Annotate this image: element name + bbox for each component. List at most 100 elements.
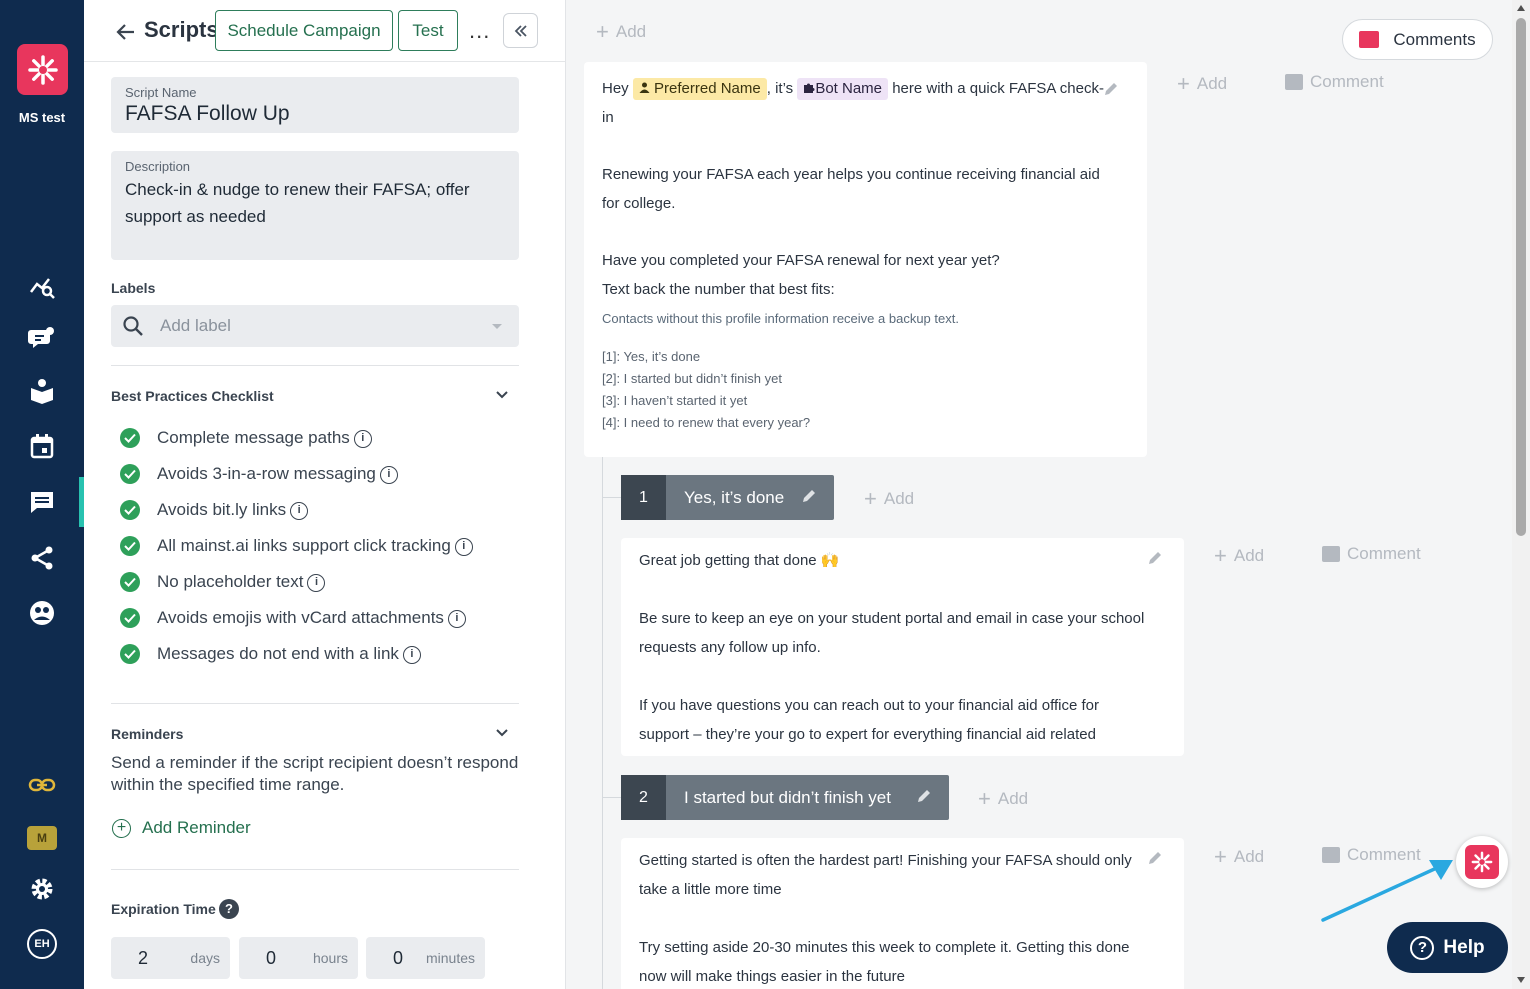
bot-name-tag[interactable]: Bot Name [797, 78, 889, 100]
response-option: [3]: I haven’t started it yet [602, 393, 748, 408]
divider [111, 703, 519, 704]
response-branch-1[interactable]: 1 Yes, it’s done [621, 475, 834, 520]
back-arrow-icon[interactable] [114, 20, 138, 44]
share-icon [31, 546, 53, 570]
message-line: Renewing your FAFSA each year helps you … [602, 166, 1100, 183]
add-message-button[interactable]: + Add [596, 19, 646, 45]
comment-button[interactable]: Comment [1322, 544, 1421, 564]
root-message-card[interactable]: Hey Preferred Name, it’s Bot Name here w… [584, 62, 1147, 457]
nav-share[interactable] [0, 533, 84, 583]
message-line: Text back the number that best fits: [602, 281, 835, 298]
nav-analytics[interactable] [0, 261, 84, 311]
help-circle-icon[interactable]: ? [219, 899, 239, 919]
info-icon[interactable]: i [290, 502, 309, 520]
backup-text-note: Contacts without this profile informatio… [602, 311, 959, 326]
message-line: Hey Preferred Name, it’s Bot Name here w… [602, 74, 1129, 103]
pencil-edit-icon[interactable] [1146, 549, 1164, 567]
chat-bot-icon [28, 327, 54, 348]
check-circle-icon [120, 500, 140, 520]
response-branch-2[interactable]: 2 I started but didn’t finish yet [621, 775, 949, 820]
branch-2-message-card[interactable]: Getting started is often the hardest par… [621, 838, 1184, 989]
checklist-item-label: Complete message paths [157, 428, 350, 447]
help-button-label: Help [1443, 936, 1485, 958]
checklist-heading: Best Practices Checklist [111, 388, 274, 404]
response-option: [4]: I need to renew that every year? [602, 415, 811, 430]
checklist-item-label: Messages do not end with a link [157, 644, 399, 663]
comment-icon [1322, 546, 1340, 562]
chevron-down-icon[interactable] [494, 387, 510, 403]
check-circle-icon [120, 464, 140, 484]
preferred-name-tag[interactable]: Preferred Name [632, 78, 767, 100]
nav-messages[interactable] [0, 477, 84, 527]
pencil-edit-icon[interactable] [915, 787, 933, 805]
assistant-launcher[interactable] [1456, 836, 1508, 888]
add-message-button[interactable]: + Add [1214, 543, 1264, 569]
expiration-minutes-input[interactable]: 0 minutes [366, 937, 485, 979]
branch-number: 2 [621, 775, 666, 820]
message-line: If you have questions you can reach out … [639, 697, 1100, 714]
info-icon[interactable]: i [447, 610, 466, 628]
tree-connector [602, 497, 621, 498]
nav-knowledge[interactable] [0, 366, 84, 416]
workspace-badge[interactable]: M [27, 826, 57, 850]
canvas-scrollbar[interactable] [1512, 0, 1530, 989]
days-value: 2 [138, 948, 149, 968]
checklist-item-label: Avoids emojis with vCard attachments [157, 608, 444, 627]
info-icon[interactable]: i [353, 430, 372, 448]
nav-settings[interactable] [0, 864, 84, 914]
chevron-down-icon[interactable] [494, 725, 510, 741]
description-label: Description [125, 159, 191, 174]
days-unit: days [190, 950, 220, 966]
nav-calendar[interactable] [0, 421, 84, 471]
expiration-hours-input[interactable]: 0 hours [239, 937, 358, 979]
message-line [639, 662, 1166, 691]
user-avatar[interactable]: EH [27, 929, 57, 959]
branch-1-message-card[interactable]: Great job getting that done 🙌 Be sure to… [621, 538, 1184, 756]
collapse-panel-button[interactable] [503, 13, 538, 48]
info-icon[interactable]: i [379, 466, 398, 484]
add-message-button[interactable]: + Add [1177, 71, 1227, 97]
double-chevron-left-icon [514, 24, 527, 37]
help-button[interactable]: ? Help [1387, 922, 1508, 973]
person-icon [639, 82, 650, 93]
info-icon[interactable]: i [402, 646, 421, 664]
pencil-edit-icon[interactable] [1102, 80, 1120, 98]
message-line: Be sure to keep an eye on your student p… [639, 610, 1145, 627]
add-reminder-button[interactable]: + Add Reminder [112, 818, 251, 838]
script-name-field[interactable]: Script Name FAFSA Follow Up [111, 77, 519, 133]
description-value: Check-in & nudge to renew their FAFSA; o… [125, 180, 470, 226]
message-line: requests any follow up info. [639, 639, 821, 656]
asterisk-logo-icon [1465, 845, 1499, 879]
description-field[interactable]: Description Check-in & nudge to renew th… [111, 151, 519, 260]
test-button[interactable]: Test [398, 10, 458, 51]
pencil-edit-icon[interactable] [800, 487, 818, 505]
nav-rail: MS test M EH [0, 0, 84, 989]
message-line: in [602, 109, 614, 126]
expiration-days-input[interactable]: 2 days [111, 937, 230, 979]
scroll-down-arrow-icon[interactable] [1516, 976, 1526, 984]
nav-support[interactable] [0, 588, 84, 638]
asterisk-logo-icon [27, 54, 58, 85]
scroll-up-arrow-icon[interactable] [1516, 4, 1526, 12]
more-options-button[interactable]: ... [469, 18, 490, 44]
comments-button[interactable]: Comments [1342, 19, 1493, 60]
branch-number: 1 [621, 475, 666, 520]
app-logo[interactable] [17, 44, 68, 95]
tree-connector [602, 797, 621, 798]
add-message-button[interactable]: + Add [1214, 844, 1264, 870]
script-name-label: Script Name [125, 85, 197, 100]
checklist-item: All mainst.ai links support click tracki… [120, 534, 473, 558]
response-option: [2]: I started but didn’t finish yet [602, 371, 782, 386]
add-label-select[interactable]: Add label [111, 305, 519, 347]
canvas-scroll-thumb[interactable] [1516, 18, 1526, 536]
check-circle-icon [120, 536, 140, 556]
add-message-button[interactable]: + Add [978, 786, 1028, 812]
info-icon[interactable]: i [454, 538, 473, 556]
comment-button[interactable]: Comment [1285, 72, 1384, 92]
info-icon[interactable]: i [307, 574, 326, 592]
add-message-button[interactable]: + Add [864, 486, 914, 512]
pencil-edit-icon[interactable] [1146, 849, 1164, 867]
nav-link[interactable] [0, 760, 84, 810]
schedule-campaign-button[interactable]: Schedule Campaign [215, 10, 393, 51]
nav-chat-bot[interactable] [0, 313, 84, 363]
